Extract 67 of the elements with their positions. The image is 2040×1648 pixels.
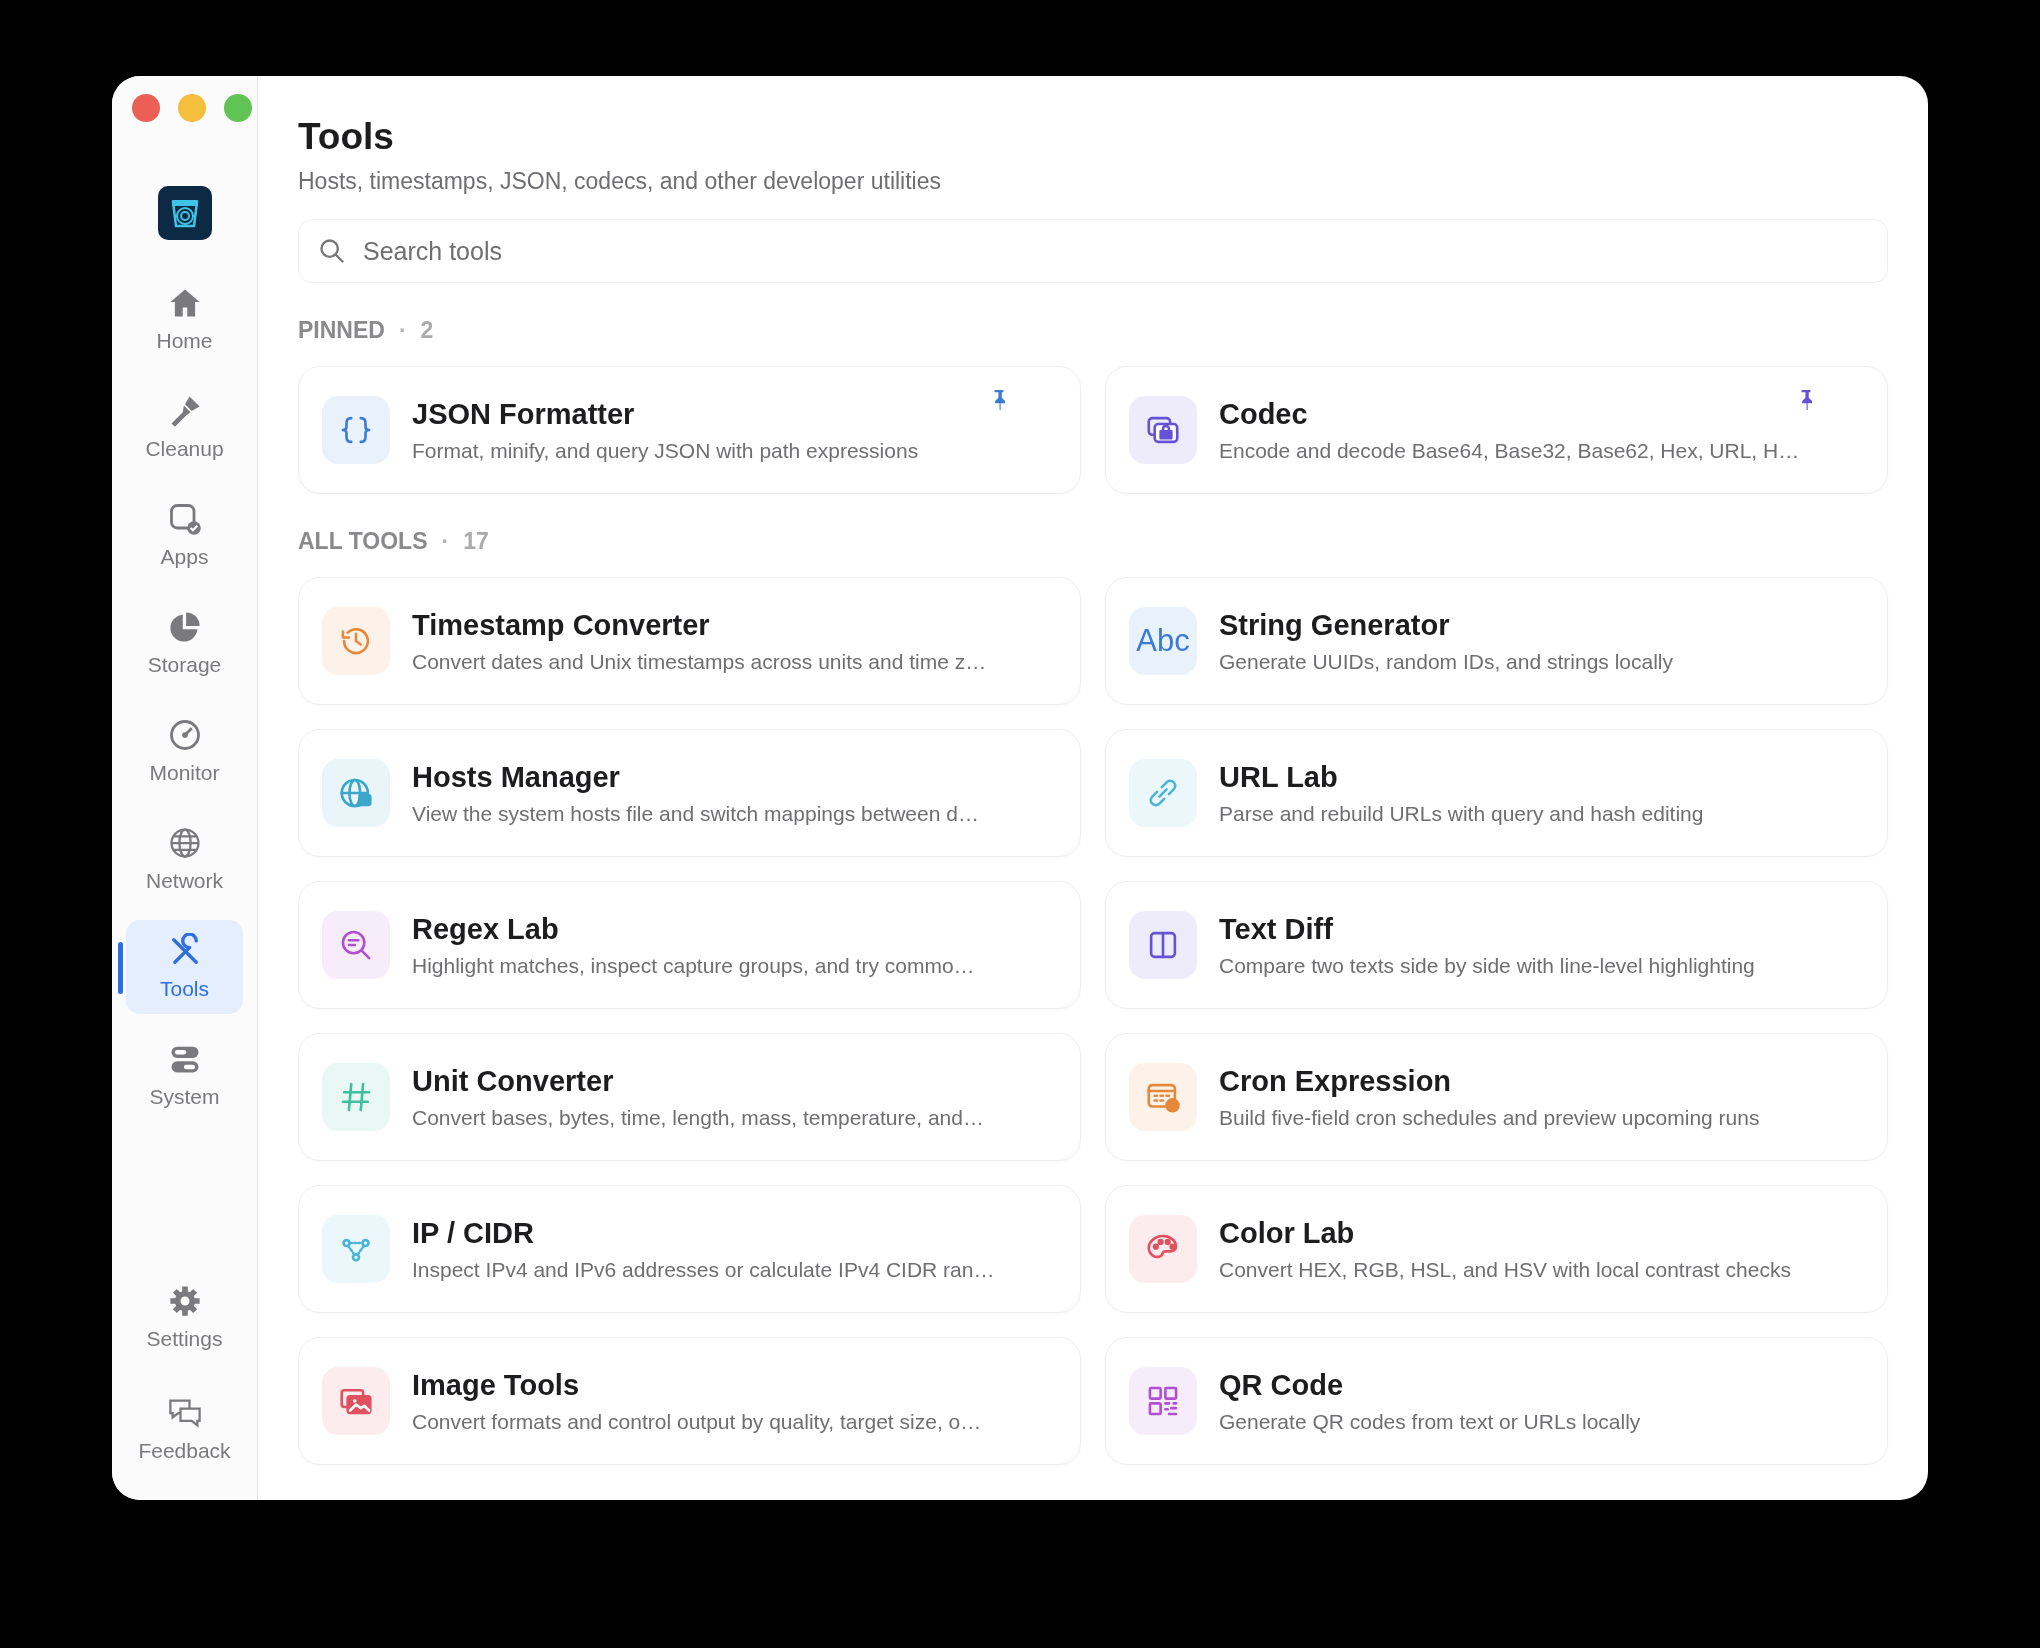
tool-card[interactable]: Abc String Generator Generate UUIDs, random IDs, and strings locally — [1105, 577, 1888, 705]
tool-card[interactable]: Color Lab Convert HEX, RGB, HSL, and HSV with local contrast checks — [1105, 1185, 1888, 1313]
tool-name: QR Code — [1219, 1368, 1345, 1402]
close-window-button[interactable] — [132, 94, 160, 122]
tool-description: Parse and rebuild URLs with query and hash editing — [1219, 801, 1704, 826]
tool-card[interactable]: URL Lab Parse and rebuild URLs with query and hash editing — [1105, 729, 1888, 857]
separator-dot: · — [398, 317, 407, 344]
section-count: 17 — [463, 528, 489, 555]
tool-card[interactable]: Hosts Manager View the system hosts file and switch mappings between d… — [298, 729, 1081, 857]
tool-description: Convert bases, bytes, time, length, mass, temperature, and… — [412, 1105, 984, 1130]
sidebar-item[interactable]: Monitor — [126, 704, 243, 798]
selection-indicator — [118, 942, 123, 994]
page-subtitle: Hosts, timestamps, JSON, codecs, and other developer utilities — [298, 168, 942, 195]
tool-name: IP / CIDR — [412, 1216, 535, 1250]
tool-description: Compare two texts side by side with line-level highlighting — [1219, 953, 1755, 978]
tool-description: Generate UUIDs, random IDs, and strings locally — [1219, 649, 1673, 674]
tool-card[interactable]: QR Code Generate QR codes from text or URLs locally — [1105, 1337, 1888, 1465]
app-logo-icon — [157, 186, 212, 240]
tool-card[interactable]: Image Tools Convert formats and control output by quality, target size, o… — [298, 1337, 1081, 1465]
tool-name: Regex Lab — [412, 912, 560, 946]
tool-card[interactable]: Regex Lab Highlight matches, inspect capture groups, and try commo… — [298, 881, 1081, 1009]
tool-description: Convert HEX, RGB, HSL, and HSV with local contrast checks — [1219, 1257, 1791, 1282]
tool-name: URL Lab — [1219, 760, 1339, 794]
sidebar-item[interactable]: Settings — [126, 1270, 243, 1364]
sidebar-item[interactable]: System — [126, 1028, 243, 1122]
search-field[interactable]: Search tools — [298, 219, 1888, 283]
tool-name: JSON Formatter — [412, 397, 636, 431]
tool-card[interactable]: Unit Converter Convert bases, bytes, time, length, mass, temperature, and… — [298, 1033, 1081, 1161]
tool-card[interactable]: Codec Encode and decode Base64, Base32, Base62, Hex, URL, H… — [1105, 366, 1888, 494]
tool-description: Generate QR codes from text or URLs locally — [1219, 1409, 1641, 1434]
tool-description: Format, minify, and query JSON with path expressions — [412, 438, 919, 463]
section-count: 2 — [420, 317, 434, 344]
tool-card[interactable]: Timestamp Converter Convert dates and Unix timestamps across units and time z… — [298, 577, 1081, 705]
tool-description: Build five-field cron schedules and preview upcoming runs — [1219, 1105, 1760, 1130]
sidebar-item[interactable]: Feedback — [126, 1382, 243, 1476]
tool-name: Codec — [1219, 397, 1309, 431]
zoom-window-button[interactable] — [224, 94, 252, 122]
tool-name: Cron Expression — [1219, 1064, 1453, 1098]
page-title: Tools — [298, 116, 395, 158]
tool-name: Timestamp Converter — [412, 608, 711, 642]
tool-name: Hosts Manager — [412, 760, 621, 794]
tool-name: Color Lab — [1219, 1216, 1356, 1250]
abc-icon-label: Abc — [1136, 623, 1190, 659]
sidebar-item[interactable]: Storage — [126, 596, 243, 690]
search-icon — [318, 237, 346, 265]
sidebar-item[interactable]: Network — [126, 812, 243, 906]
tool-card[interactable]: JSON Formatter Format, minify, and query JSON with path expressions — [298, 366, 1081, 494]
sidebar-item[interactable]: Apps — [126, 488, 243, 582]
tool-description: Encode and decode Base64, Base32, Base62, Hex, URL, H… — [1219, 438, 1800, 463]
tool-name: String Generator — [1219, 608, 1451, 642]
tool-name: Text Diff — [1219, 912, 1334, 946]
tool-name: Unit Converter — [412, 1064, 615, 1098]
tool-card[interactable]: IP / CIDR Inspect IPv4 and IPv6 addresses or calculate IPv4 CIDR ran… — [298, 1185, 1081, 1313]
sidebar-item[interactable]: Cleanup — [126, 380, 243, 474]
tool-name: Image Tools — [412, 1368, 581, 1402]
section-heading: PINNED — [298, 317, 385, 344]
sidebar-item[interactable]: Home — [126, 272, 243, 366]
tool-description: Inspect IPv4 and IPv6 addresses or calculate IPv4 CIDR ran… — [412, 1257, 995, 1282]
section-heading: ALL TOOLS — [298, 528, 428, 555]
tool-description: View the system hosts file and switch mappings between d… — [412, 801, 979, 826]
minimize-window-button[interactable] — [178, 94, 206, 122]
tool-card[interactable]: Text Diff Compare two texts side by side with line-level highlighting — [1105, 881, 1888, 1009]
separator-dot: · — [441, 528, 450, 555]
tool-description: Convert formats and control output by quality, target size, o… — [412, 1409, 982, 1434]
tool-description: Convert dates and Unix timestamps across units and time z… — [412, 649, 987, 674]
tool-description: Highlight matches, inspect capture groups, and try commo… — [412, 953, 975, 978]
tool-card[interactable]: Cron Expression Build five-field cron schedules and preview upcoming runs — [1105, 1033, 1888, 1161]
